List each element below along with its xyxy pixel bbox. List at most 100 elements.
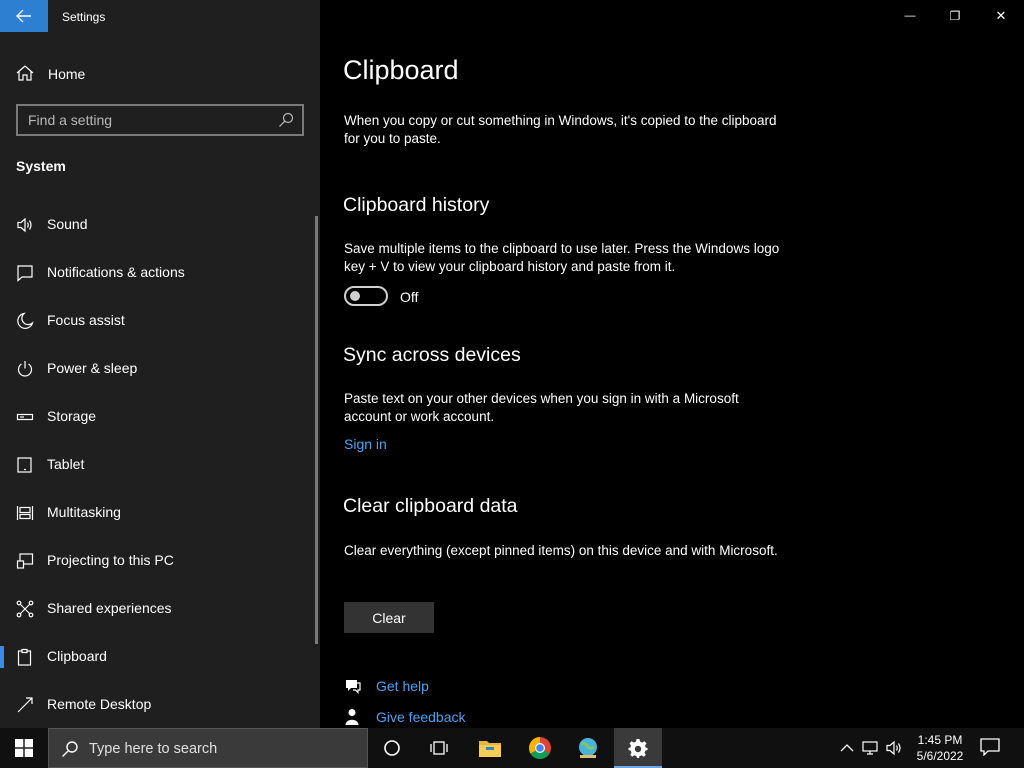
clear-heading: Clear clipboard data: [343, 495, 518, 517]
cortana-button[interactable]: [368, 728, 416, 768]
sync-heading: Sync across devices: [343, 344, 521, 366]
toggle-state-label: Off: [400, 289, 419, 305]
task-view-button[interactable]: [416, 728, 464, 768]
sidebar-item-multitasking[interactable]: Multitasking: [0, 488, 316, 536]
show-hidden-icons-button[interactable]: [838, 739, 856, 757]
sidebar-item-label: Projecting to this PC: [47, 552, 174, 568]
sync-description: Paste text on your other devices when yo…: [344, 391, 739, 424]
remote-desktop-icon: [17, 697, 33, 713]
sidebar-item-label: Focus assist: [47, 312, 125, 328]
multitasking-icon: [16, 506, 34, 520]
clock-date: 5/6/2022: [916, 749, 964, 763]
sidebar-item-storage[interactable]: Storage: [0, 392, 316, 440]
sidebar-item-label: Multitasking: [47, 504, 121, 520]
active-indicator: [0, 646, 4, 668]
intro-text: When you copy or cut something in Window…: [344, 113, 777, 146]
sidebar-item-remote-desktop[interactable]: Remote Desktop: [0, 680, 316, 728]
moon-icon: [17, 312, 34, 329]
sidebar-item-label: Remote Desktop: [47, 696, 152, 712]
minimize-icon: —: [904, 10, 916, 22]
speaker-icon: [17, 217, 32, 233]
gear-icon: [628, 739, 648, 758]
restore-button[interactable]: ❐: [932, 0, 978, 32]
sidebar-item-label: Storage: [47, 408, 97, 424]
start-button[interactable]: [0, 728, 48, 768]
notification-icon: [980, 738, 1000, 757]
chevron-up-icon: [840, 744, 854, 752]
sidebar-item-label: Clipboard: [47, 648, 107, 664]
settings-sidebar: Settings Home System Sound Notifications…: [0, 0, 320, 728]
taskbar-clock[interactable]: 1:45 PM 5/6/2022: [910, 732, 970, 764]
sidebar-item-notifications[interactable]: Notifications & actions: [0, 248, 316, 296]
search-icon: [62, 741, 78, 757]
network-app-button[interactable]: [564, 728, 612, 768]
find-setting-input[interactable]: [28, 111, 268, 129]
cortana-circle-icon: [384, 740, 400, 756]
back-arrow-icon: [16, 9, 31, 23]
sidebar-item-label: Notifications & actions: [47, 264, 185, 280]
clock-time: 1:45 PM: [917, 733, 963, 747]
feedback-icon: [345, 709, 359, 725]
history-description: Save multiple items to the clipboard to …: [344, 241, 780, 274]
back-button[interactable]: [0, 0, 48, 32]
sidebar-item-label: Sound: [47, 216, 88, 232]
section-title: System: [16, 158, 66, 174]
sign-in-link[interactable]: Sign in: [344, 436, 387, 452]
network-icon: [862, 741, 878, 755]
close-button[interactable]: ✕: [978, 0, 1024, 32]
sidebar-item-projecting[interactable]: Projecting to this PC: [0, 536, 316, 584]
taskbar: Type here to search 1:45 PM 5/6/2022: [0, 728, 1024, 768]
power-icon: [17, 361, 33, 377]
search-icon[interactable]: [278, 112, 294, 128]
shared-icon: [16, 600, 34, 618]
volume-icon: [886, 740, 901, 756]
action-center-button[interactable]: [980, 738, 1002, 758]
nav-home-label: Home: [48, 66, 86, 82]
find-setting-box[interactable]: [16, 104, 304, 136]
sidebar-item-label: Power & sleep: [47, 360, 138, 376]
clipboard-icon: [17, 648, 32, 666]
app-title: Settings: [62, 10, 106, 24]
page-title: Clipboard: [343, 55, 459, 85]
storage-icon: [16, 413, 34, 421]
notification-icon: [17, 265, 33, 282]
give-feedback-link[interactable]: Give feedback: [376, 709, 466, 725]
content-pane: — ❐ ✕ Clipboard When you copy or cut som…: [320, 0, 1024, 728]
task-view-icon: [430, 741, 448, 755]
volume-tray-button[interactable]: [886, 739, 904, 757]
history-heading: Clipboard history: [343, 194, 490, 216]
chrome-button[interactable]: [516, 728, 564, 768]
minimize-button[interactable]: —: [887, 0, 933, 32]
sidebar-item-tablet[interactable]: Tablet: [0, 440, 316, 488]
sidebar-item-clipboard[interactable]: Clipboard: [0, 632, 316, 680]
clear-description: Clear everything (except pinned items) o…: [344, 543, 778, 558]
clipboard-history-toggle[interactable]: [344, 286, 388, 306]
help-icon: [346, 680, 361, 694]
settings-taskbar-button[interactable]: [614, 728, 662, 768]
sidebar-scrollbar[interactable]: [315, 216, 318, 644]
windows-logo-icon: [15, 739, 33, 757]
sidebar-item-focus-assist[interactable]: Focus assist: [0, 296, 316, 344]
sidebar-item-label: Tablet: [47, 456, 85, 472]
close-icon: ✕: [995, 8, 1007, 23]
nav-home[interactable]: Home: [0, 56, 320, 90]
network-tray-button[interactable]: [862, 739, 880, 757]
globe-app-icon: [579, 738, 597, 758]
file-explorer-button[interactable]: [466, 728, 514, 768]
sidebar-item-power-sleep[interactable]: Power & sleep: [0, 344, 316, 392]
sidebar-item-label: Shared experiences: [47, 600, 172, 616]
restore-icon: ❐: [949, 9, 961, 23]
clear-button[interactable]: Clear: [344, 602, 434, 633]
home-icon: [16, 65, 34, 81]
toggle-knob: [350, 291, 360, 301]
get-help-link[interactable]: Get help: [376, 678, 429, 694]
taskbar-search-box[interactable]: Type here to search: [48, 728, 368, 768]
sidebar-item-shared-experiences[interactable]: Shared experiences: [0, 584, 316, 632]
sidebar-nav: Sound Notifications & actions Focus assi…: [0, 200, 316, 728]
chrome-icon: [529, 737, 551, 759]
sidebar-item-sound[interactable]: Sound: [0, 200, 316, 248]
taskbar-search-text: Type here to search: [89, 741, 218, 757]
projecting-icon: [16, 553, 34, 569]
file-explorer-icon: [479, 741, 501, 757]
tablet-icon: [17, 457, 32, 473]
